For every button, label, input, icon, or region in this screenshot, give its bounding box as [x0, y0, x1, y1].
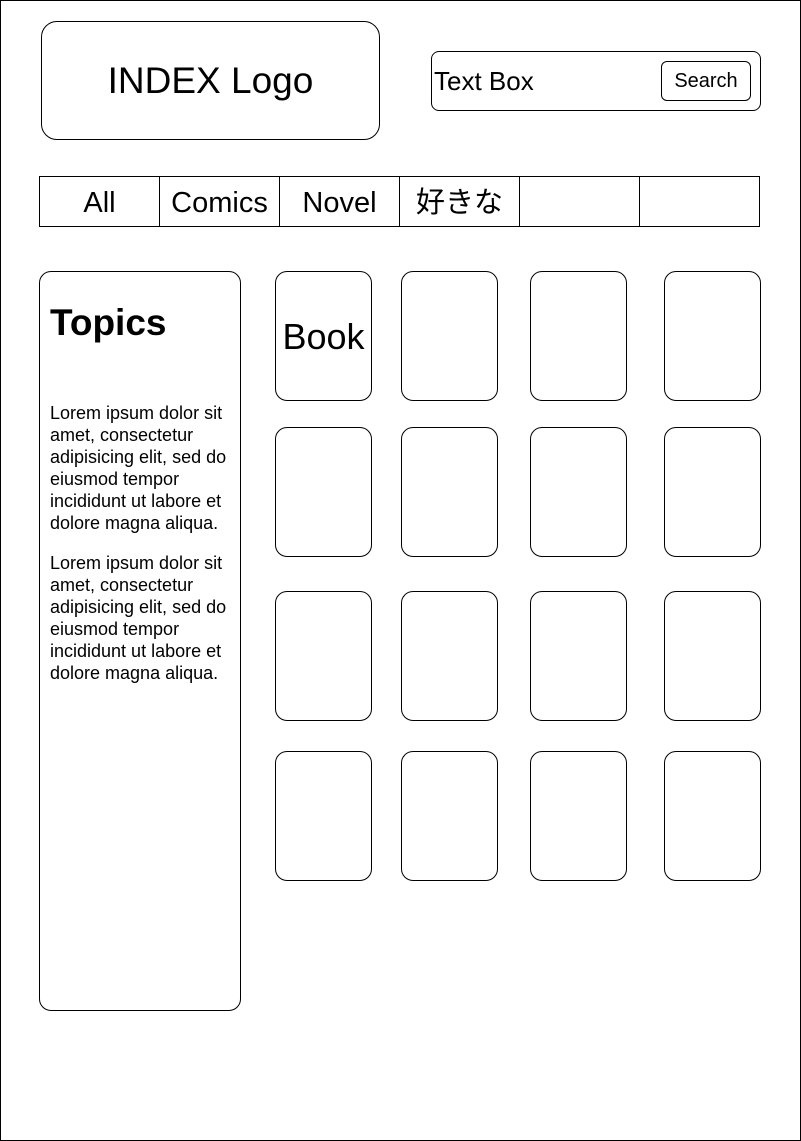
logo-text: INDEX Logo: [107, 59, 314, 101]
book-card[interactable]: [530, 427, 627, 557]
tab-novel[interactable]: Novel: [280, 177, 400, 226]
book-card[interactable]: [401, 271, 498, 401]
tab-all[interactable]: All: [40, 177, 160, 226]
topics-sidebar: Topics Lorem ipsum dolor sit amet, conse…: [39, 271, 241, 1011]
book-card[interactable]: [664, 271, 761, 401]
topics-paragraph: Lorem ipsum dolor sit amet, consectetur …: [50, 403, 227, 533]
book-card[interactable]: [401, 591, 498, 721]
book-card[interactable]: [530, 591, 627, 721]
topics-paragraph: Lorem ipsum dolor sit amet, consectetur …: [50, 553, 227, 683]
book-card[interactable]: [401, 751, 498, 881]
book-card[interactable]: [275, 591, 372, 721]
topics-title: Topics: [50, 302, 167, 343]
book-card[interactable]: Book: [275, 271, 372, 401]
book-card[interactable]: [664, 591, 761, 721]
book-card[interactable]: [401, 427, 498, 557]
tab-empty-6[interactable]: [640, 177, 760, 226]
search-bar: Search: [431, 51, 761, 111]
book-card[interactable]: [275, 427, 372, 557]
search-button[interactable]: Search: [661, 61, 751, 101]
search-input[interactable]: [434, 64, 654, 98]
page: INDEX Logo Search All Comics Novel 好きな T…: [0, 0, 801, 1141]
tab-empty-5[interactable]: [520, 177, 640, 226]
book-card[interactable]: [530, 271, 627, 401]
category-tabs: All Comics Novel 好きな: [39, 176, 760, 227]
book-card[interactable]: [664, 751, 761, 881]
tab-favorites[interactable]: 好きな: [400, 177, 520, 226]
book-card[interactable]: [664, 427, 761, 557]
book-card[interactable]: [275, 751, 372, 881]
book-card[interactable]: [530, 751, 627, 881]
book-card-label: Book: [282, 316, 365, 357]
tab-comics[interactable]: Comics: [160, 177, 280, 226]
logo[interactable]: INDEX Logo: [41, 21, 380, 140]
